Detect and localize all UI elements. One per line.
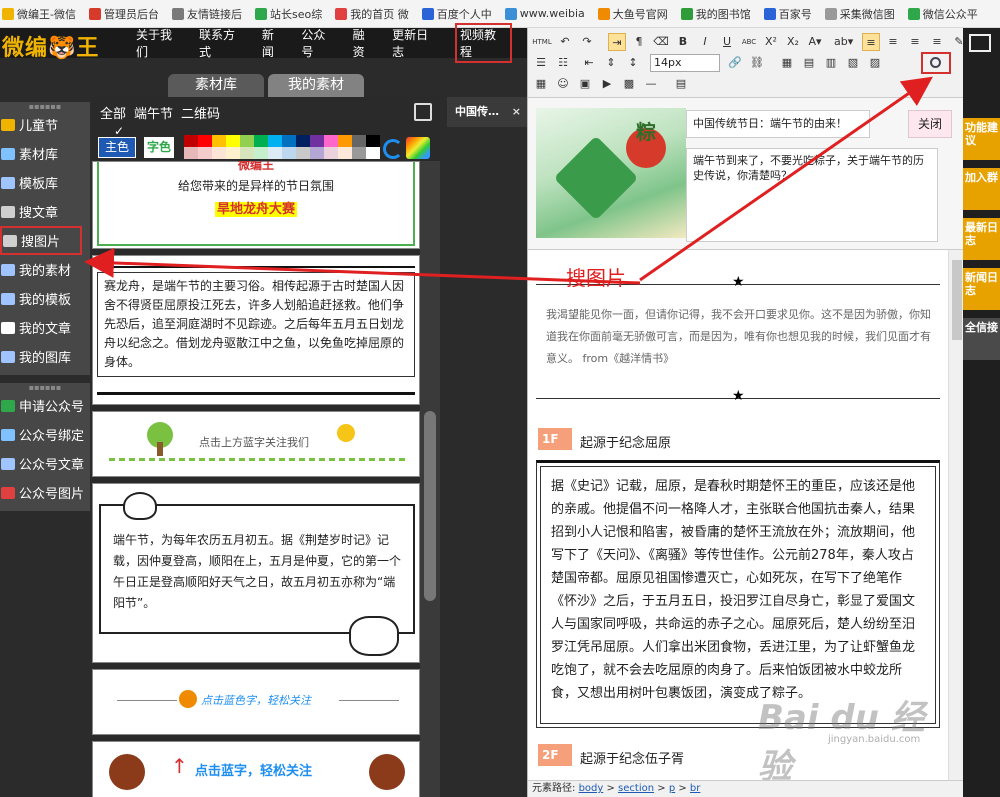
annotation-label: 搜图片	[566, 266, 626, 290]
annotation-arrows	[84, 76, 933, 285]
arrow-to-search-image	[84, 247, 641, 285]
arrow-to-toolbar-button	[639, 76, 933, 282]
